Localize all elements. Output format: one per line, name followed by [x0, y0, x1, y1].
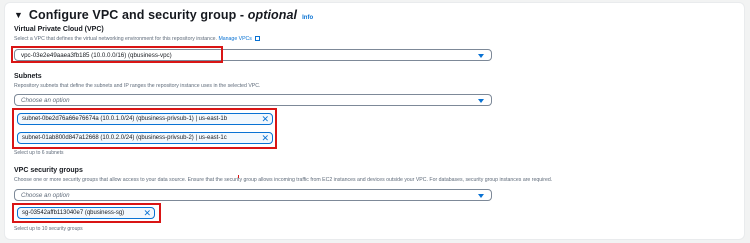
- section-title-main: Configure VPC and security group -: [28, 8, 248, 22]
- subnets-label: Subnets: [14, 73, 42, 80]
- section-title: Configure VPC and security group - optio…: [29, 8, 297, 22]
- red-marker: [238, 175, 239, 178]
- security-groups-placeholder: Choose an option: [21, 191, 70, 199]
- info-link[interactable]: Info: [302, 15, 313, 21]
- subnets-description: Repository subnets that define the subne…: [14, 83, 261, 89]
- collapse-caret-icon[interactable]: ▼: [14, 10, 23, 20]
- vpc-highlight-box: [11, 46, 223, 63]
- caret-down-icon: [478, 98, 484, 103]
- section-title-optional: optional: [247, 8, 298, 22]
- security-groups-highlight-box: [12, 203, 161, 223]
- subnets-highlight-box: [12, 108, 277, 149]
- external-link-icon: [255, 36, 261, 41]
- caret-down-icon: [478, 193, 484, 198]
- security-groups-hint: Select up to 10 security groups: [14, 226, 83, 232]
- subnets-hint: Select up to 6 subnets: [14, 150, 64, 156]
- subnets-select[interactable]: Choose an option: [14, 94, 492, 106]
- subnets-placeholder: Choose an option: [21, 96, 70, 104]
- section-header[interactable]: ▼ Configure VPC and security group - opt…: [14, 8, 313, 22]
- security-groups-description: Choose one or more security groups that …: [14, 177, 553, 183]
- caret-down-icon: [478, 53, 484, 58]
- security-groups-select[interactable]: Choose an option: [14, 189, 492, 201]
- vpc-label: Virtual Private Cloud (VPC): [14, 26, 104, 33]
- manage-vpcs-link[interactable]: Manage VPCs: [218, 36, 251, 42]
- security-groups-label: VPC security groups: [14, 167, 83, 174]
- vpc-description: Select a VPC that defines the virtual ne…: [14, 36, 261, 42]
- vpc-description-text: Select a VPC that defines the virtual ne…: [14, 36, 217, 42]
